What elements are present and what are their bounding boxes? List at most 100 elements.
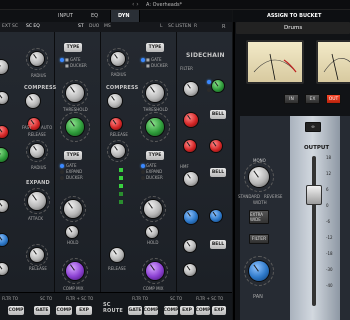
- sc-q-knob-2[interactable]: [210, 140, 222, 152]
- sc-filter-knob[interactable]: [184, 82, 198, 96]
- sc-blue-knob-1[interactable]: [184, 210, 198, 224]
- sc-freq-knob[interactable]: [212, 80, 224, 92]
- filter-label-sc: FILTER: [180, 66, 193, 71]
- vu-meter-right-face: [323, 53, 350, 81]
- tab-input[interactable]: INPUT: [58, 13, 73, 19]
- preset-arrows-icon[interactable]: ‹ ›: [132, 1, 139, 8]
- type-button-3[interactable]: TYPE: [146, 43, 164, 52]
- subtab-duo[interactable]: DUO: [89, 24, 99, 29]
- filter-button[interactable]: FILTER: [249, 234, 269, 244]
- release-label-2: RELEASE: [29, 266, 47, 271]
- expand-knob-c[interactable]: [144, 200, 162, 218]
- subtab-row: EXT SC SC EQ ST DUO MS L SC LISTEN R R: [0, 22, 232, 32]
- subtab-sc-eq[interactable]: SC EQ: [26, 24, 40, 29]
- input-button[interactable]: IN: [284, 94, 299, 104]
- subtab-l[interactable]: L: [160, 24, 163, 29]
- threshold-knob-1[interactable]: [66, 84, 84, 102]
- ex-button[interactable]: EX: [305, 94, 320, 104]
- width-knob[interactable]: [249, 167, 269, 187]
- led-c2: [141, 64, 145, 68]
- fltr-to-label-2: FLTR TO: [132, 296, 149, 301]
- bell-button-2[interactable]: BELL: [210, 168, 226, 177]
- extra-wide-button[interactable]: EXTRA WIDE: [249, 210, 269, 224]
- bell-button-3[interactable]: BELL: [210, 240, 226, 249]
- sc-gain-knob[interactable]: [184, 113, 198, 127]
- sc-low-knob[interactable]: [184, 240, 196, 252]
- release-knob-c3[interactable]: [110, 248, 124, 262]
- comp-mix-label-1: COMP MIX: [63, 286, 84, 291]
- pan-knob[interactable]: [249, 261, 269, 281]
- reverse-label: REVERSE: [264, 194, 283, 199]
- ratio-knob-2[interactable]: [108, 94, 122, 108]
- route-exp-button-1[interactable]: EXP: [76, 306, 92, 315]
- tab-eq[interactable]: EQ: [91, 13, 98, 19]
- release-knob-c[interactable]: [110, 118, 122, 130]
- route-exp-button-3[interactable]: EXP: [212, 306, 226, 315]
- expand-label-1: EXPAND: [26, 180, 50, 186]
- threshold-knob-c[interactable]: [146, 84, 164, 102]
- release-label-1: RELEASE: [28, 132, 46, 137]
- radius-label-b2: RADIUS: [31, 165, 47, 170]
- led-duck-2: [141, 176, 145, 180]
- fader-track: [312, 156, 316, 306]
- vu-meter-right: [316, 40, 350, 84]
- expand-label-small-2: EXPAND: [146, 169, 163, 174]
- comp-mix-knob-1[interactable]: [66, 262, 84, 280]
- type-button-1[interactable]: TYPE: [64, 43, 82, 52]
- hold-label-1: HOLD: [67, 240, 79, 245]
- type-button-4[interactable]: TYPE: [146, 151, 164, 160]
- radius-knob-c2[interactable]: [111, 144, 125, 158]
- sc-to-label-2: SC TO: [170, 296, 183, 301]
- compress-label-1: COMPRESS: [24, 85, 57, 91]
- subtab-sc-listen[interactable]: SC LISTEN: [168, 24, 191, 29]
- ratio-knob-1[interactable]: [26, 94, 40, 108]
- route-comp-button-3[interactable]: COMP: [144, 306, 158, 315]
- radius-knob-b2[interactable]: [30, 144, 44, 158]
- sc-route-label: SC ROUTE: [103, 302, 123, 314]
- fltr-to-label: FLTR TO: [2, 296, 19, 301]
- output-label: OUTPUT: [304, 145, 330, 151]
- hold-knob-c[interactable]: [146, 226, 158, 238]
- route-comp-button-2[interactable]: COMP: [56, 306, 72, 315]
- hold-knob-1[interactable]: [66, 226, 78, 238]
- sc-led-1: [207, 80, 211, 84]
- radius-knob-c[interactable]: [111, 52, 125, 66]
- expand-knob-1[interactable]: [28, 192, 46, 210]
- route-comp-button-5[interactable]: COMP: [196, 306, 210, 315]
- subtab-ms[interactable]: MS: [104, 24, 111, 29]
- radius-knob-b[interactable]: [30, 52, 44, 66]
- led-label-b2: ■ DUCKER: [65, 63, 87, 68]
- radius-label-b: RADIUS: [31, 73, 47, 78]
- top-bar: A: Overheads* ‹ ›: [0, 0, 350, 10]
- output-button[interactable]: OUT: [326, 94, 341, 104]
- sc-low-knob-2[interactable]: [184, 264, 196, 276]
- pan-label: PAN: [253, 294, 263, 300]
- output-fader-handle[interactable]: [306, 185, 322, 205]
- channel-name-box[interactable]: Drums: [236, 22, 350, 34]
- subtab-st[interactable]: ST: [78, 24, 84, 29]
- reset-r-label: R: [222, 24, 226, 30]
- route-exp-button-2[interactable]: EXP: [180, 306, 194, 315]
- subtab-ext-sc[interactable]: EXT SC: [2, 24, 18, 29]
- comp-mix-knob-2[interactable]: [146, 262, 164, 280]
- type-button-2[interactable]: TYPE: [64, 151, 82, 160]
- route-comp-button-4[interactable]: COMP: [164, 306, 178, 315]
- compress-knob-c[interactable]: [146, 118, 164, 136]
- hmf-knob[interactable]: [184, 172, 198, 186]
- threshold-knob-2[interactable]: [64, 200, 82, 218]
- release-knob-2[interactable]: [30, 248, 44, 262]
- subtab-r[interactable]: R: [194, 24, 197, 29]
- sc-q-knob[interactable]: [184, 140, 196, 152]
- sc-blue-knob-2[interactable]: [210, 210, 222, 222]
- route-gate-button-2[interactable]: GATE: [128, 306, 142, 315]
- preset-name[interactable]: A: Overheads*: [146, 2, 182, 8]
- led-gate-1: [60, 164, 64, 168]
- link-button[interactable]: ∞: [305, 122, 321, 132]
- gain-reduction-meter: [119, 168, 133, 218]
- route-comp-button-1[interactable]: COMP: [8, 306, 24, 315]
- led-label-c2: ■ DUCKER: [146, 63, 168, 68]
- route-gate-button-1[interactable]: GATE: [34, 306, 50, 315]
- led-b2: [60, 64, 64, 68]
- bell-button-1[interactable]: BELL: [210, 110, 226, 119]
- compress-knob-1[interactable]: [66, 118, 84, 136]
